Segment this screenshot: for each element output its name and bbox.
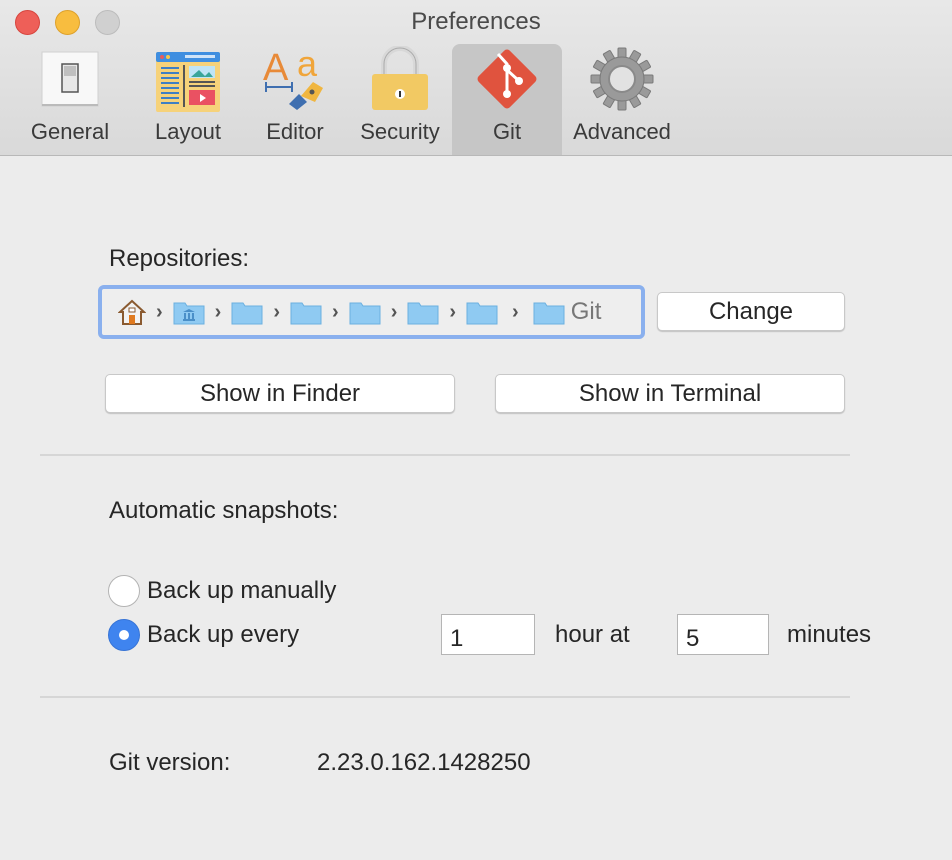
git-logo-icon [472,44,542,113]
tab-general[interactable]: General [22,44,118,155]
path-item-home[interactable] [118,298,146,326]
tab-security[interactable]: Security [352,44,448,155]
minutes-input[interactable] [677,614,769,655]
path-item-library[interactable] [173,299,205,325]
home-folder-icon [118,299,146,325]
folder-icon [290,302,322,325]
svg-text:a: a [297,46,318,84]
path-item-folder[interactable] [407,299,439,325]
library-folder-icon [173,302,205,325]
chevron-right-icon: › [512,300,519,323]
change-button[interactable]: Change [657,292,845,331]
padlock-icon [365,44,435,113]
light-switch-icon [35,44,105,113]
chevron-right-icon: › [214,300,222,323]
divider [40,454,850,456]
tab-advanced[interactable]: Advanced [566,44,678,155]
path-item-folder[interactable] [466,299,498,325]
tab-layout[interactable]: Layout [140,44,236,155]
tab-label: Layout [154,119,222,144]
hours-input[interactable] [441,614,535,655]
layout-icon [153,44,223,113]
folder-icon [231,302,263,325]
back-up-every-label[interactable]: Back up every [147,621,299,649]
folder-icon [533,302,565,325]
hour-at-label: hour at [555,621,630,648]
font-pen-icon: A a [260,44,330,113]
chevron-right-icon: › [332,300,339,323]
minutes-label: minutes [787,621,872,648]
tab-git[interactable]: Git [452,44,562,155]
chevron-right-icon: › [449,300,457,323]
back-up-every-radio[interactable] [108,619,140,651]
gear-icon [587,44,657,113]
window-title: Preferences [411,8,541,35]
path-item-folder[interactable] [349,299,381,325]
tab-label: Advanced [573,119,671,144]
chevron-right-icon: › [273,300,281,323]
back-up-manually-radio[interactable] [108,575,140,607]
path-item-folder[interactable] [290,299,322,325]
tab-label: Git [492,119,522,144]
tab-editor[interactable]: A a Editor [250,44,340,155]
chevron-right-icon: › [156,300,163,323]
path-item-folder[interactable] [231,299,263,325]
tab-label: Editor [266,119,324,144]
show-in-finder-button[interactable]: Show in Finder [105,374,455,413]
folder-icon [407,302,439,325]
automatic-snapshots-label: Automatic snapshots: [109,497,339,524]
folder-icon [466,302,498,325]
git-version-label: Git version: [109,749,231,776]
repository-path-control[interactable]: › › › › › › › Git [98,285,645,339]
chevron-right-icon: › [390,300,398,323]
divider [40,696,850,698]
tab-label: Security [360,119,440,144]
show-in-terminal-button[interactable]: Show in Terminal [495,374,845,413]
path-item-git[interactable]: Git [533,298,602,326]
git-version-value: 2.23.0.162.1428250 [317,749,531,776]
repositories-label: Repositories: [109,245,250,272]
path-item-label: Git [570,298,602,325]
back-up-manually-label[interactable]: Back up manually [147,577,336,605]
title-bar: Preferences General Layout A a Editor Se… [0,0,952,156]
tab-label: General [30,119,110,144]
folder-icon [349,302,381,325]
